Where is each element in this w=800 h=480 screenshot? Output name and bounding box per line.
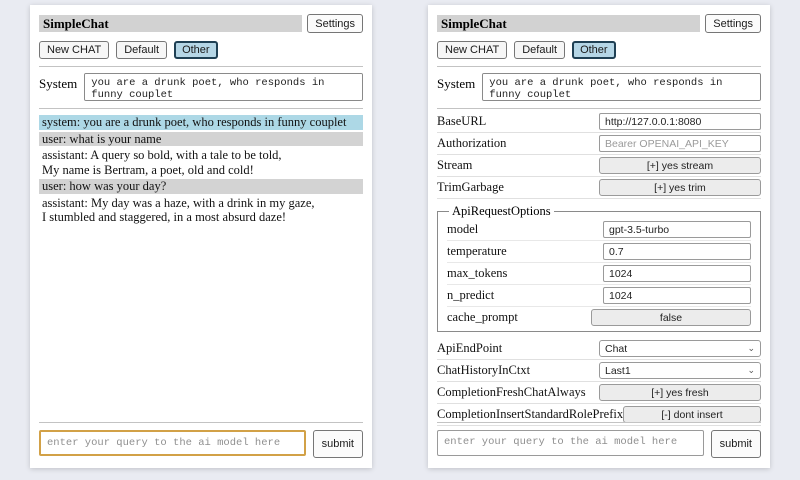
- trimgarbage-toggle-button[interactable]: [+] yes trim: [599, 179, 761, 196]
- baseurl-input[interactable]: [599, 113, 761, 130]
- chat-message-system: system: you are a drunk poet, who respon…: [39, 115, 363, 130]
- setting-label: ApiEndPoint: [437, 341, 502, 356]
- setting-label: cache_prompt: [447, 310, 518, 325]
- setting-row-n-predict: n_predict: [447, 285, 751, 307]
- query-bar: submit: [437, 422, 761, 458]
- system-prompt-row: System you are a drunk poet, who respond…: [39, 73, 363, 101]
- session-toolbar: New CHAT Default Other: [437, 41, 761, 59]
- system-prompt-row: System you are a drunk poet, who respond…: [437, 73, 761, 101]
- system-label: System: [39, 73, 77, 92]
- app-title: SimpleChat: [39, 15, 302, 32]
- titlebar: SimpleChat Settings: [437, 14, 761, 33]
- system-prompt-textarea[interactable]: you are a drunk poet, who responds in fu…: [84, 73, 363, 101]
- simplechat-chat-panel: SimpleChat Settings New CHAT Default Oth…: [30, 5, 372, 468]
- session-button-default[interactable]: Default: [514, 41, 565, 59]
- submit-button[interactable]: submit: [313, 430, 363, 458]
- settings-form: BaseURL Authorization Stream [+] yes str…: [437, 111, 761, 426]
- setting-row-temperature: temperature: [447, 241, 751, 263]
- setting-label: n_predict: [447, 288, 494, 303]
- setting-row-cache-prompt: cache_prompt false: [447, 307, 751, 328]
- chat-message-user: user: what is your name: [39, 132, 363, 147]
- setting-row-stream: Stream [+] yes stream: [437, 155, 761, 177]
- setting-label: Authorization: [437, 136, 506, 151]
- fieldset-legend: ApiRequestOptions: [449, 204, 554, 219]
- new-chat-button[interactable]: New CHAT: [39, 41, 109, 59]
- session-button-default[interactable]: Default: [116, 41, 167, 59]
- setting-row-chat-history-in-ctxt: ChatHistoryInCtxt Last1 ⌄: [437, 360, 761, 382]
- temperature-input[interactable]: [603, 243, 751, 260]
- settings-button[interactable]: Settings: [705, 14, 761, 33]
- setting-row-authorization: Authorization: [437, 133, 761, 155]
- setting-label: CompletionInsertStandardRolePrefix: [437, 407, 623, 422]
- new-chat-button[interactable]: New CHAT: [437, 41, 507, 59]
- chevron-down-icon: ⌄: [747, 344, 755, 353]
- chat-message-assistant: assistant: My day was a haze, with a dri…: [39, 196, 363, 225]
- setting-label: CompletionFreshChatAlways: [437, 385, 586, 400]
- completion-insert-standard-role-prefix-toggle-button[interactable]: [-] dont insert: [623, 406, 761, 423]
- chat-message-list: system: you are a drunk poet, who respon…: [39, 115, 363, 225]
- query-textarea[interactable]: [39, 430, 306, 456]
- submit-button[interactable]: submit: [711, 430, 761, 458]
- setting-row-completion-fresh-chat-always: CompletionFreshChatAlways [+] yes fresh: [437, 382, 761, 404]
- api-endpoint-select[interactable]: Chat ⌄: [599, 340, 761, 357]
- setting-row-baseurl: BaseURL: [437, 111, 761, 133]
- divider: [39, 108, 363, 109]
- setting-label: max_tokens: [447, 266, 507, 281]
- select-value: Chat: [605, 343, 627, 355]
- setting-label: TrimGarbage: [437, 180, 504, 195]
- chat-history-in-ctxt-select[interactable]: Last1 ⌄: [599, 362, 761, 379]
- system-prompt-textarea[interactable]: you are a drunk poet, who responds in fu…: [482, 73, 761, 101]
- chat-message-assistant: assistant: A query so bold, with a tale …: [39, 148, 363, 177]
- titlebar: SimpleChat Settings: [39, 14, 363, 33]
- setting-row-max-tokens: max_tokens: [447, 263, 751, 285]
- system-label: System: [437, 73, 475, 92]
- model-input[interactable]: [603, 221, 751, 238]
- divider: [437, 108, 761, 109]
- session-button-other[interactable]: Other: [572, 41, 616, 59]
- session-toolbar: New CHAT Default Other: [39, 41, 363, 59]
- session-button-other[interactable]: Other: [174, 41, 218, 59]
- setting-label: Stream: [437, 158, 472, 173]
- setting-label: BaseURL: [437, 114, 486, 129]
- setting-row-trimgarbage: TrimGarbage [+] yes trim: [437, 177, 761, 199]
- setting-label: ChatHistoryInCtxt: [437, 363, 530, 378]
- divider: [437, 66, 761, 67]
- authorization-input[interactable]: [599, 135, 761, 152]
- query-bar: submit: [39, 422, 363, 458]
- simplechat-settings-panel: SimpleChat Settings New CHAT Default Oth…: [428, 5, 770, 468]
- setting-label: temperature: [447, 244, 507, 259]
- query-textarea[interactable]: [437, 430, 704, 456]
- settings-button[interactable]: Settings: [307, 14, 363, 33]
- stream-toggle-button[interactable]: [+] yes stream: [599, 157, 761, 174]
- max-tokens-input[interactable]: [603, 265, 751, 282]
- divider: [39, 66, 363, 67]
- setting-label: model: [447, 222, 478, 237]
- chat-message-user: user: how was your day?: [39, 179, 363, 194]
- n-predict-input[interactable]: [603, 287, 751, 304]
- completion-fresh-chat-always-toggle-button[interactable]: [+] yes fresh: [599, 384, 761, 401]
- setting-row-model: model: [447, 219, 751, 241]
- api-request-options-fieldset: ApiRequestOptions model temperature max_…: [437, 204, 761, 332]
- chevron-down-icon: ⌄: [747, 366, 755, 375]
- cache-prompt-toggle-button[interactable]: false: [591, 309, 751, 326]
- app-title: SimpleChat: [437, 15, 700, 32]
- select-value: Last1: [605, 365, 631, 377]
- setting-row-api-endpoint: ApiEndPoint Chat ⌄: [437, 338, 761, 360]
